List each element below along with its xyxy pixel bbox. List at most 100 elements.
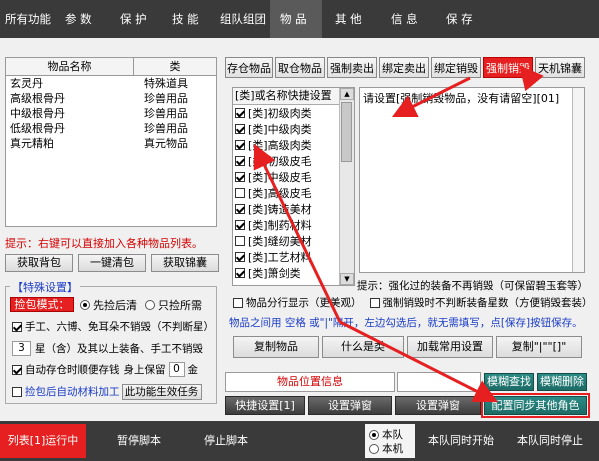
- list-item[interactable]: [类]箫剑类: [235, 265, 354, 281]
- popup-setting-button-2[interactable]: 设置弹窗: [395, 396, 481, 415]
- team-start-button[interactable]: 本队同时开始: [418, 424, 504, 458]
- list-item[interactable]: [类]高级皮毛: [235, 185, 354, 201]
- what-is-class-button[interactable]: 什么是类: [322, 336, 404, 358]
- item-table: 物品名称 类 玄灵丹 特殊道具 高级根骨丹 珍兽用品 中级根骨丹 珍兽用品 低级根骨丹 珍兽用…: [5, 57, 217, 227]
- table-row[interactable]: 低级根骨丹 珍兽用品: [6, 121, 216, 136]
- list-item[interactable]: [类]初级皮毛: [235, 153, 354, 169]
- effect-task-button[interactable]: 此功能生效任务: [121, 383, 202, 400]
- list-item[interactable]: [类]工艺材料: [235, 249, 354, 265]
- scope-radio-group: 本队 本机: [365, 424, 415, 458]
- list-item-checkbox[interactable]: [235, 236, 245, 246]
- list-item-label: [类]初级肉类: [248, 107, 312, 120]
- tab-take-items[interactable]: 取仓物品: [275, 57, 325, 78]
- tab-store-items[interactable]: 存仓物品: [225, 57, 273, 78]
- keep-gold-input[interactable]: 0: [168, 362, 185, 377]
- pick-first-radio[interactable]: [80, 299, 90, 310]
- special-settings-title: 【特殊设置】: [10, 279, 80, 295]
- scroll-down-icon[interactable]: ▼: [340, 273, 354, 285]
- quick-setting-button[interactable]: 快捷设置[1]: [225, 396, 305, 415]
- item-position-info[interactable]: 物品位置信息: [225, 372, 395, 392]
- tab-force-destroy[interactable]: 强制销毁: [483, 57, 533, 78]
- team-label: 本队: [382, 429, 403, 441]
- nav-protect[interactable]: 保 护: [107, 0, 162, 38]
- tab-pouch[interactable]: 天机锦囊: [535, 57, 585, 78]
- no-destroy-checkbox[interactable]: [12, 321, 22, 332]
- nav-info[interactable]: 信 息: [374, 0, 430, 38]
- list-item-label: [类]初级皮毛: [248, 155, 312, 168]
- col-header-type[interactable]: 类: [134, 58, 216, 75]
- stop-script-button[interactable]: 停止脚本: [183, 424, 269, 458]
- copy-separator-button[interactable]: 复制"|""[]": [496, 336, 582, 358]
- list-item-checkbox[interactable]: [235, 252, 245, 262]
- table-row[interactable]: 玄灵丹 特殊道具: [6, 76, 216, 91]
- team-stop-button[interactable]: 本队同时停止: [506, 424, 594, 458]
- list-item[interactable]: [类]铸造美材: [235, 201, 354, 217]
- list-item-checkbox[interactable]: [235, 108, 245, 118]
- team-radio[interactable]: [369, 429, 379, 440]
- tab-bind-destroy[interactable]: 绑定销毁: [431, 57, 481, 78]
- list-running-button[interactable]: 列表[1]运行中: [0, 424, 86, 458]
- list-scrollbar[interactable]: ▲ ▼: [339, 88, 354, 285]
- nav-skills[interactable]: 技 能: [162, 0, 212, 38]
- table-row[interactable]: 中级根骨丹 珍兽用品: [6, 106, 216, 121]
- textarea-scrollbar[interactable]: [572, 88, 584, 272]
- nav-items[interactable]: 物 品: [270, 0, 322, 38]
- nav-all-functions[interactable]: 所有功能: [0, 0, 55, 38]
- nav-other[interactable]: 其 他: [322, 0, 374, 38]
- auto-store-label: 自动存仓时顺便存钱: [25, 364, 120, 376]
- popup-setting-button-1[interactable]: 设置弹窗: [308, 396, 392, 415]
- list-item-checkbox[interactable]: [235, 188, 245, 198]
- scroll-up-icon[interactable]: ▲: [340, 88, 354, 100]
- list-item-checkbox[interactable]: [235, 204, 245, 214]
- get-bag-button[interactable]: 获取背包: [5, 254, 73, 272]
- ignore-star-checkbox[interactable]: [369, 297, 380, 308]
- list-item[interactable]: [类]中级肉类: [235, 121, 354, 137]
- nav-team[interactable]: 组队组团: [212, 0, 270, 38]
- clear-bag-button[interactable]: 一键清包: [78, 254, 146, 272]
- scroll-thumb[interactable]: [341, 102, 352, 162]
- fuzzy-find-button[interactable]: 模糊查找: [484, 373, 534, 391]
- cell-item-name: 低级根骨丹: [10, 122, 65, 135]
- list-item-label: [类]中级肉类: [248, 123, 312, 136]
- auto-material-label: 捡包后自动材料加工: [25, 386, 120, 398]
- list-item-checkbox[interactable]: [235, 172, 245, 182]
- tab-bind-sell[interactable]: 绑定卖出: [379, 57, 429, 78]
- list-item-label: [类]铸造美材: [248, 203, 312, 216]
- col-header-name[interactable]: 物品名称: [6, 58, 134, 75]
- nav-save[interactable]: 保 存: [430, 0, 485, 38]
- list-item-checkbox[interactable]: [235, 156, 245, 166]
- local-radio[interactable]: [369, 443, 379, 454]
- pick-need-radio[interactable]: [145, 299, 155, 310]
- list-item[interactable]: [类]中级皮毛: [235, 169, 354, 185]
- cell-item-name: 高级根骨丹: [10, 92, 65, 105]
- list-item[interactable]: [类]初级肉类: [235, 105, 354, 121]
- pause-script-button[interactable]: 暂停脚本: [96, 424, 182, 458]
- table-row[interactable]: 真元精粕 真元物品: [6, 136, 216, 151]
- keep-unit: 金: [187, 364, 199, 376]
- tab-force-sell[interactable]: 强制卖出: [327, 57, 377, 78]
- list-item-checkbox[interactable]: [235, 220, 245, 230]
- split-display-checkbox[interactable]: [233, 297, 243, 308]
- pick-need-label: 只捡所需: [158, 298, 202, 312]
- top-nav: 所有功能 参 数 保 护 技 能 组队组团 物 品 其 他 信 息 保 存: [0, 0, 599, 38]
- list-item[interactable]: [类]制药材料: [235, 217, 354, 233]
- copy-items-button[interactable]: 复制物品: [233, 336, 319, 358]
- fuzzy-delete-button[interactable]: 模糊删除: [537, 373, 587, 391]
- list-item[interactable]: [类]缝纫美材: [235, 233, 354, 249]
- load-common-button[interactable]: 加载常用设置: [407, 336, 493, 358]
- list-item-checkbox[interactable]: [235, 140, 245, 150]
- list-item-checkbox[interactable]: [235, 124, 245, 134]
- star-input[interactable]: 3: [12, 341, 31, 356]
- list-item[interactable]: [类]高级肉类: [235, 137, 354, 153]
- destroy-textarea[interactable]: 请设置[强制销毁物品，没有请留空][01]: [359, 87, 585, 273]
- pickup-mode-button[interactable]: 捡包模式：: [10, 297, 74, 312]
- list-item-checkbox[interactable]: [235, 268, 245, 278]
- list-item-label: [类]箫剑类: [248, 267, 301, 280]
- get-pouch-button[interactable]: 获取锦囊: [151, 254, 219, 272]
- table-row[interactable]: 高级根骨丹 珍兽用品: [6, 91, 216, 106]
- auto-material-checkbox[interactable]: [12, 386, 22, 397]
- auto-store-checkbox[interactable]: [12, 364, 22, 375]
- nav-params[interactable]: 参 数: [55, 0, 107, 38]
- fuzzy-search-input[interactable]: [397, 372, 481, 392]
- sync-config-button[interactable]: 配置同步其他角色: [484, 396, 587, 415]
